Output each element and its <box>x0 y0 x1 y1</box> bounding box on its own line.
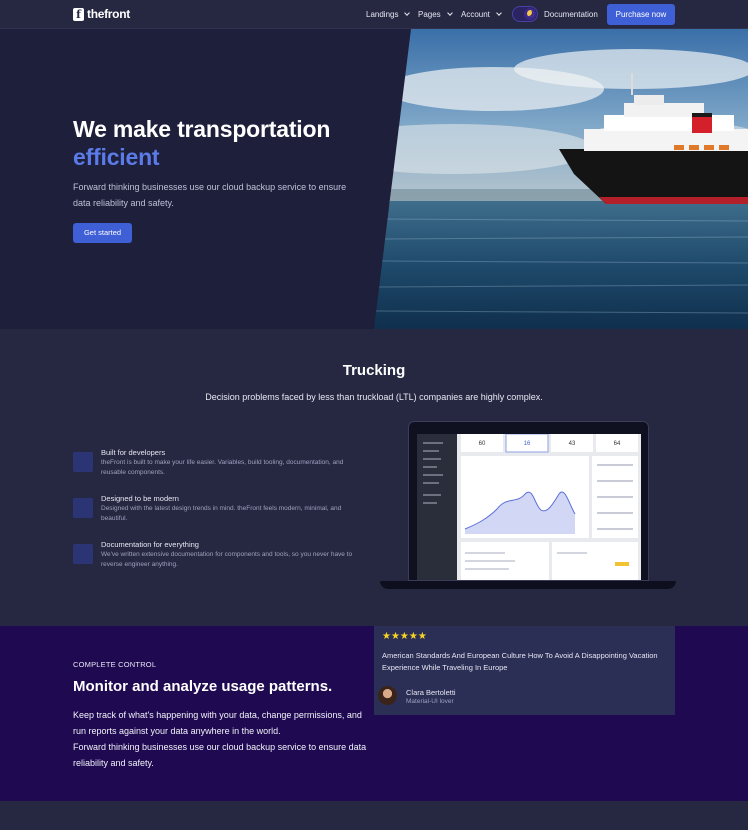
nav-account[interactable]: Account <box>461 10 502 19</box>
dashboard-illustration: 60 16 43 64 <box>417 434 638 580</box>
chevron-down-icon <box>446 10 453 16</box>
feature-title: Documentation for everything <box>101 540 199 549</box>
theme-toggle[interactable] <box>512 6 538 22</box>
nav-documentation-label: Documentation <box>544 10 598 19</box>
hero-ship-image <box>374 29 748 329</box>
hero-section: We make transportation efficient Forward… <box>0 29 748 329</box>
chevron-down-icon <box>404 10 411 16</box>
hero-title: We make transportation efficient <box>73 115 330 171</box>
stat-value: 60 <box>479 441 486 447</box>
feature-icon <box>73 498 93 518</box>
hero-title-line1: We make transportation <box>73 116 331 142</box>
top-navbar: f thefront Landings Pages Account Docume… <box>0 0 748 29</box>
footer-strip <box>0 801 748 830</box>
review-text: American Standards And European Culture … <box>382 651 658 672</box>
trucking-subtitle: Decision problems faced by less than tru… <box>205 392 543 402</box>
feature-icon <box>73 452 93 472</box>
hero-lead: Forward thinking businesses use our clou… <box>73 182 347 208</box>
nav-landings-label: Landings <box>366 10 399 19</box>
ship-illustration <box>374 29 748 329</box>
control-section: COMPLETE CONTROL Monitor and analyze usa… <box>0 626 748 801</box>
laptop-mockup: 60 16 43 64 <box>380 421 676 593</box>
section-overline: COMPLETE CONTROL <box>73 660 157 669</box>
star-rating-icon: ★★★★★ <box>382 631 427 642</box>
nav-pages-label: Pages <box>418 10 441 19</box>
nav-account-label: Account <box>461 10 490 19</box>
get-started-button[interactable]: Get started <box>73 223 132 243</box>
stat-value: 43 <box>569 441 576 447</box>
feature-description: theFront is built to make your life easi… <box>101 459 344 476</box>
nav-documentation[interactable]: Documentation <box>544 10 598 19</box>
laptop-screen-frame: 60 16 43 64 <box>408 421 649 581</box>
stat-value: 16 <box>524 441 531 447</box>
logo-mark-icon: f <box>73 7 84 21</box>
brand-logo[interactable]: f thefront <box>73 7 130 21</box>
feature-icon <box>73 544 93 564</box>
control-title: Monitor and analyze usage patterns. <box>73 678 333 695</box>
hero-title-accent: efficient <box>73 144 160 170</box>
control-paragraph-1: Keep track of what's happening with your… <box>73 710 362 736</box>
avatar <box>378 686 397 705</box>
feature-title: Designed to be modern <box>101 494 179 503</box>
dashboard-screenshot: 60 16 43 64 <box>417 434 641 580</box>
nav-landings[interactable]: Landings <box>366 10 411 19</box>
purchase-button[interactable]: Purchase now <box>607 4 675 25</box>
reviewer-role: Material-UI lover <box>406 698 454 705</box>
feature-description: Designed with the latest design trends i… <box>101 505 342 522</box>
trucking-section: Trucking Decision problems faced by less… <box>0 329 748 626</box>
chevron-down-icon <box>496 10 502 16</box>
logo-text: thefront <box>87 7 130 21</box>
review-card: ★★★★★ American Standards And European Cu… <box>374 626 675 715</box>
laptop-base <box>380 581 676 589</box>
reviewer-name: Clara Bertoletti <box>406 688 456 697</box>
feature-description: We've written extensive documentation fo… <box>101 551 353 568</box>
control-paragraph: Keep track of what's happening with your… <box>73 707 373 771</box>
trucking-title: Trucking <box>342 362 406 379</box>
stat-value: 64 <box>614 441 621 447</box>
nav-pages[interactable]: Pages <box>418 10 453 19</box>
control-paragraph-2: Forward thinking businesses use our clou… <box>73 742 367 768</box>
feature-title: Built for developers <box>101 448 166 457</box>
moon-icon <box>527 10 534 17</box>
